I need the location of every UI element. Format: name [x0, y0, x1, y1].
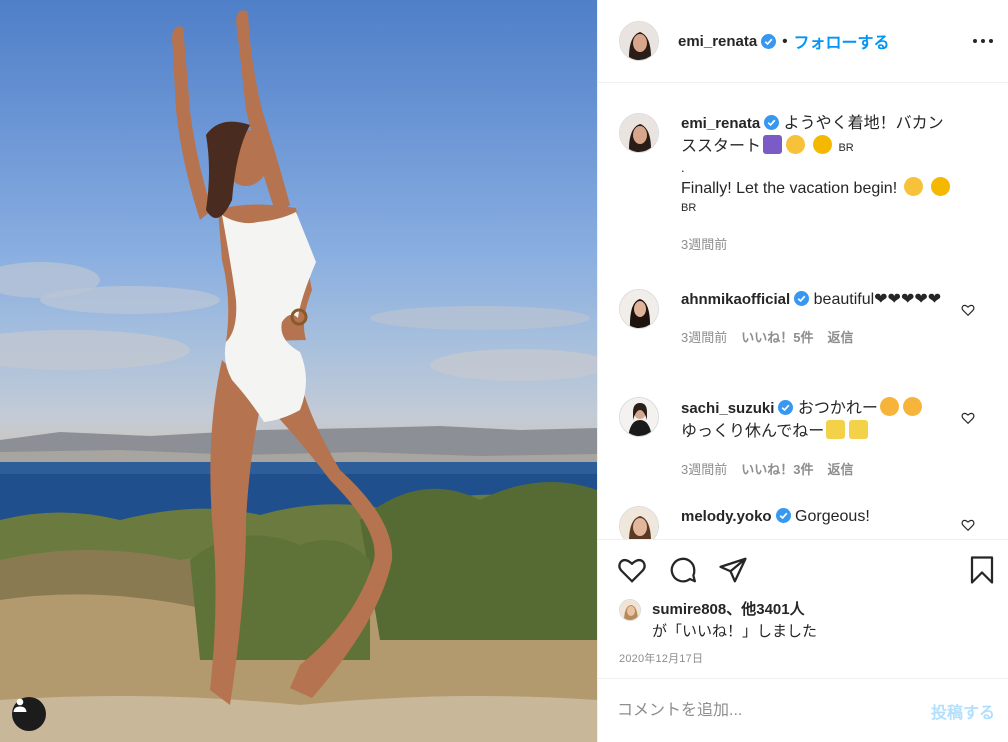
comment-item: sachi_suzuki おつかれー ゆっくり休んでねー 3週間前 いいね！3件返… — [619, 397, 989, 487]
header-names: emi_renata • フォローする — [678, 29, 890, 53]
photo-scene — [0, 10, 597, 742]
flag-br: BR — [838, 142, 854, 154]
comment-content: おつかれー — [797, 400, 878, 417]
caption-time[interactable]: 3週間前 — [681, 234, 959, 256]
user-tag-icon[interactable] — [12, 697, 46, 731]
verified-badge-icon — [778, 400, 794, 415]
liked-others[interactable]: 他3401人 — [741, 601, 804, 618]
reply-button[interactable]: 返信 — [827, 462, 853, 477]
comment-body: melody.yoko Gorgeous! — [681, 506, 959, 528]
verified-badge-icon — [761, 33, 777, 49]
comment-content: beautiful❤❤❤❤❤ — [813, 291, 942, 308]
liked-suffix: が「いいね！」しました — [652, 623, 818, 640]
kiss-emoji-icon — [902, 397, 922, 416]
post-date[interactable]: 2020年12月17日 — [619, 650, 703, 666]
post-side-panel: emi_renata • フォローする emi_renata ようやく着地！バカ… — [597, 0, 1008, 742]
sparkles-emoji-icon — [849, 420, 869, 439]
caption-line2: Finally! Let the vacation begin! — [681, 180, 898, 197]
avatar[interactable] — [619, 397, 659, 437]
comment-content: Gorgeous! — [795, 508, 870, 525]
verified-badge-icon — [794, 291, 810, 306]
comment-content-2: ゆっくり休んでねー — [681, 423, 825, 440]
post-header: emi_renata • フォローする — [598, 0, 1008, 83]
comment-time[interactable]: 3週間前 — [681, 462, 727, 477]
kiss-emoji-icon — [879, 397, 899, 416]
avatar[interactable] — [619, 289, 659, 329]
comment-input[interactable] — [617, 701, 931, 720]
comment-username[interactable]: melody.yoko — [681, 508, 772, 525]
sparkles-emoji-icon — [826, 420, 846, 439]
caption-text: emi_renata ようやく着地！バカンススタート BR — [681, 113, 959, 159]
caption-body: emi_renata ようやく着地！バカンススタート BR . Finally!… — [681, 113, 959, 256]
caption-english: Finally! Let the vacation begin! — [681, 177, 959, 200]
liked-sep: 、 — [726, 601, 742, 618]
sunglasses-emoji-icon — [786, 135, 806, 154]
comment-body: sachi_suzuki おつかれー ゆっくり休んでねー 3週間前 いいね！3件返… — [681, 397, 959, 481]
heart-icon[interactable] — [617, 555, 647, 585]
caption-dot-line: . — [681, 160, 685, 175]
verified-badge-icon — [764, 115, 780, 130]
post-actions: sumire808、他3401人 が「いいね！」しました 2020年12月17日 — [598, 539, 1008, 677]
music-note-emoji-icon — [763, 135, 783, 154]
avatar[interactable] — [619, 506, 659, 539]
comment-item: ahnmikaofficial beautiful❤❤❤❤❤ 3週間前 いいね！5… — [619, 289, 989, 379]
avatar[interactable] — [619, 113, 659, 153]
comment-meta: 3週間前 いいね！3件 返信 — [681, 459, 959, 481]
comment-username[interactable]: ahnmikaofficial — [681, 291, 790, 308]
comment-username[interactable]: sachi_suzuki — [681, 400, 774, 417]
add-comment-bar: 投稿する — [598, 678, 1008, 742]
verified-badge-icon — [775, 508, 791, 523]
comment-text: sachi_suzuki おつかれー ゆっくり休んでねー — [681, 397, 959, 443]
post-photo[interactable] — [0, 0, 597, 742]
comment-likes[interactable]: いいね！5件 — [741, 330, 813, 345]
comment-icon[interactable] — [668, 555, 698, 585]
author-username[interactable]: emi_renata — [678, 33, 757, 50]
comment-body: ahnmikaofficial beautiful❤❤❤❤❤ 3週間前 いいね！5… — [681, 289, 959, 349]
sunglasses-emoji-icon — [903, 177, 923, 196]
reply-button[interactable]: 返信 — [827, 330, 853, 345]
comment-meta: 3週間前 いいね！5件 返信 — [681, 327, 959, 349]
heart-icon[interactable] — [961, 411, 975, 425]
more-horizontal-icon[interactable] — [973, 33, 993, 49]
heart-icon[interactable] — [961, 303, 975, 317]
liked-by-username[interactable]: sumire808 — [652, 601, 726, 618]
sun-emoji-icon — [931, 177, 951, 196]
paper-plane-icon[interactable] — [718, 555, 748, 585]
caption-username[interactable]: emi_renata — [681, 115, 760, 132]
avatar[interactable] — [619, 21, 659, 61]
liked-by-text: sumire808、他3401人 が「いいね！」しました — [652, 599, 817, 643]
sun-emoji-icon — [813, 135, 833, 154]
flag-br: BR — [681, 202, 697, 214]
comments-list[interactable]: emi_renata ようやく着地！バカンススタート BR . Finally!… — [598, 84, 1008, 539]
separator-dot: • — [782, 32, 788, 50]
heart-icon[interactable] — [961, 518, 975, 532]
caption: emi_renata ようやく着地！バカンススタート BR . Finally!… — [619, 113, 989, 293]
avatar[interactable] — [619, 599, 641, 621]
comment-text: ahnmikaofficial beautiful❤❤❤❤❤ — [681, 289, 959, 311]
liked-by: sumire808、他3401人 が「いいね！」しました — [619, 599, 817, 643]
comment-item: melody.yoko Gorgeous! — [619, 506, 989, 539]
comment-likes[interactable]: いいね！3件 — [741, 462, 813, 477]
comment-text: melody.yoko Gorgeous! — [681, 506, 959, 528]
bookmark-icon[interactable] — [967, 555, 997, 585]
comment-time[interactable]: 3週間前 — [681, 330, 727, 345]
post-comment-button[interactable]: 投稿する — [931, 699, 995, 723]
follow-button[interactable]: フォローする — [793, 29, 889, 53]
